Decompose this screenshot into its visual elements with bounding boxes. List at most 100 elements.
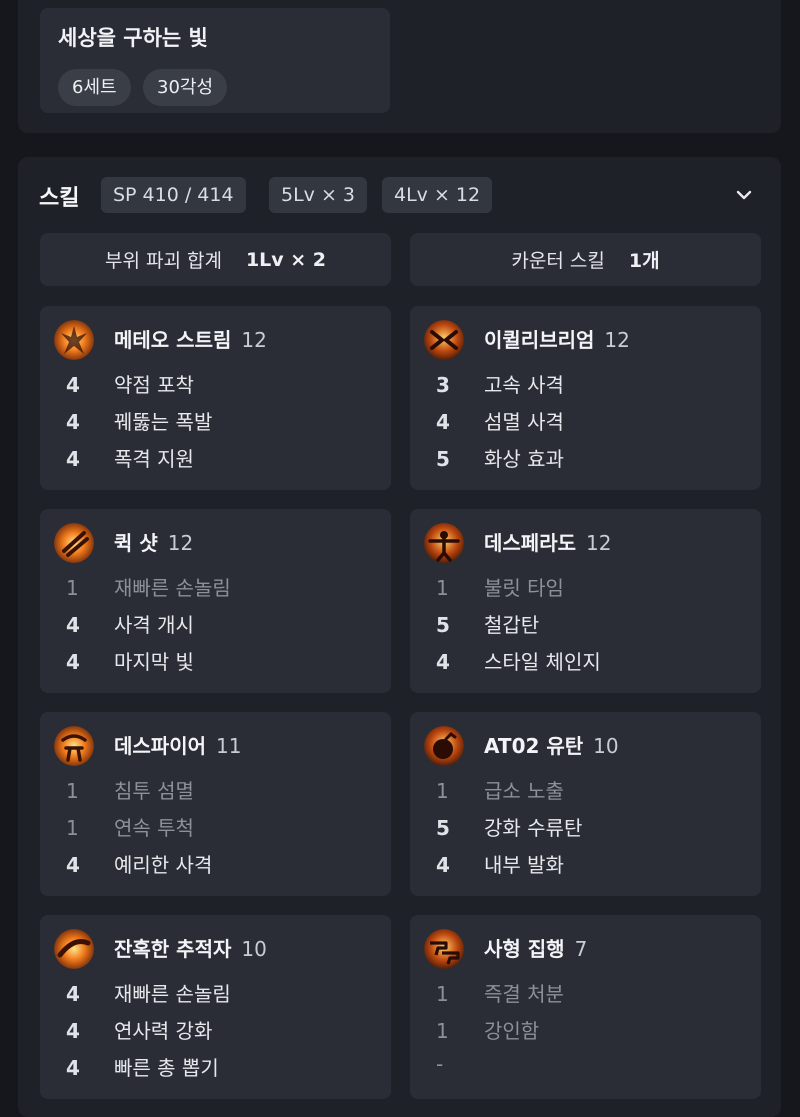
tripod-row: - bbox=[436, 1052, 484, 1082]
tripod-level: 4 bbox=[66, 1056, 80, 1080]
tripod-level: 4 bbox=[66, 410, 80, 434]
skill-level: 12 bbox=[604, 328, 630, 352]
tripod-row: 5 철갑탄 bbox=[436, 609, 539, 639]
skill-card-meteor-stream[interactable]: 메테오 스트림 12 4 약점 포착 4 꿰뚫는 폭발 4 폭격 지원 bbox=[40, 306, 391, 490]
tripod-level: 4 bbox=[66, 1019, 80, 1043]
skill-card-quick-shot[interactable]: 퀵 샷 12 1 재빠른 손놀림 4 사격 개시 4 마지막 빛 bbox=[40, 509, 391, 693]
level5-count-badge: 5Lv × 3 bbox=[269, 177, 368, 213]
skill-card-cruel-tracker[interactable]: 잔혹한 추적자 10 4 재빠른 손놀림 4 연사력 강화 4 빠른 총 뽑기 bbox=[40, 915, 391, 1099]
tripod-row: 4 빠른 총 뽑기 bbox=[66, 1052, 219, 1082]
skill-name: 사형 집행 7 bbox=[484, 937, 588, 961]
desperado-icon bbox=[424, 523, 464, 563]
destruction-label: 부위 파괴 합계 bbox=[104, 250, 222, 272]
at02-grenade-icon bbox=[424, 726, 464, 766]
tripod-name: 예리한 사격 bbox=[114, 853, 213, 877]
skill-card-death-fire[interactable]: 데스파이어 11 1 침투 섬멸 1 연속 투척 4 예리한 사격 bbox=[40, 712, 391, 896]
skill-level: 10 bbox=[593, 734, 619, 758]
level4-count-badge: 4Lv × 12 bbox=[382, 177, 493, 213]
skill-name: 데스파이어 11 bbox=[114, 734, 242, 758]
tripod-row: 3 고속 사격 bbox=[436, 369, 564, 399]
tripod-row: 4 스타일 체인지 bbox=[436, 646, 601, 676]
tripod-name: 연사력 강화 bbox=[114, 1019, 213, 1043]
skill-name: AT02 유탄 10 bbox=[484, 734, 619, 758]
tripod-level: 4 bbox=[436, 410, 450, 434]
tripod-name: 침투 섬멸 bbox=[114, 779, 194, 803]
tripod-level: 1 bbox=[66, 576, 79, 600]
cruel-tracker-icon bbox=[54, 929, 94, 969]
skill-level: 12 bbox=[241, 328, 267, 352]
skill-name: 데스페라도 12 bbox=[484, 531, 612, 555]
tripod-name: 고속 사격 bbox=[484, 373, 564, 397]
skill-level: 12 bbox=[586, 531, 612, 555]
tripod-row: 1 급소 노출 bbox=[436, 775, 564, 805]
quick-shot-icon bbox=[54, 523, 94, 563]
tripod-row: 4 마지막 빛 bbox=[66, 646, 194, 676]
tripod-row: 4 섬멸 사격 bbox=[436, 406, 564, 436]
tripod-row: 4 꿰뚫는 폭발 bbox=[66, 406, 212, 436]
tripod-row: 5 강화 수류탄 bbox=[436, 812, 582, 842]
equilibrium-icon bbox=[424, 320, 464, 360]
tripod-name: 빠른 총 뽑기 bbox=[114, 1056, 219, 1080]
tripod-level: 4 bbox=[66, 650, 80, 674]
meteor-stream-icon bbox=[54, 320, 94, 360]
tripod-name: 강화 수류탄 bbox=[484, 816, 583, 840]
tripod-row: 4 예리한 사격 bbox=[66, 849, 212, 879]
tripod-row: 4 사격 개시 bbox=[66, 609, 194, 639]
skill-level: 7 bbox=[574, 937, 588, 961]
tripod-name: 사격 개시 bbox=[114, 613, 194, 637]
skill-card-equilibrium[interactable]: 이퀼리브리엄 12 3 고속 사격 4 섬멸 사격 5 화상 효과 bbox=[410, 306, 761, 490]
awakening-tag: 30각성 bbox=[143, 69, 228, 106]
skill-name: 이퀼리브리엄 12 bbox=[484, 328, 630, 352]
tripod-name: 연속 투척 bbox=[114, 816, 194, 840]
skills-title: 스킬 bbox=[39, 186, 80, 211]
tripod-row: 4 연사력 강화 bbox=[66, 1015, 212, 1045]
set-effect-panel: 세상을 구하는 빛 6세트 30각성 bbox=[18, 0, 781, 133]
tripod-level: 4 bbox=[66, 853, 80, 877]
death-fire-icon bbox=[54, 726, 94, 766]
skill-card-at02-grenade[interactable]: AT02 유탄 10 1 급소 노출 5 강화 수류탄 4 내부 발화 bbox=[410, 712, 761, 896]
tripod-level: 1 bbox=[66, 816, 79, 840]
tripod-level: 4 bbox=[66, 613, 80, 637]
tripod-level: 1 bbox=[436, 982, 449, 1006]
set-effect-name: 세상을 구하는 빛 bbox=[58, 26, 208, 50]
tripod-level: 4 bbox=[436, 650, 450, 674]
tripod-level: 1 bbox=[436, 779, 449, 803]
tripod-name: 폭격 지원 bbox=[114, 447, 194, 471]
tripod-row: 1 불릿 타임 bbox=[436, 572, 564, 602]
tripod-name: 마지막 빛 bbox=[114, 650, 194, 674]
skill-level: 10 bbox=[241, 937, 267, 961]
skills-panel: 스킬 SP 410 / 414 5Lv × 3 4Lv × 12 부위 파괴 합… bbox=[18, 157, 781, 1117]
tripod-row: 1 재빠른 손놀림 bbox=[66, 572, 231, 602]
skill-level: 11 bbox=[216, 734, 242, 758]
tripod-row: 1 강인함 bbox=[436, 1015, 539, 1045]
set-count-tag: 6세트 bbox=[58, 69, 131, 106]
skill-card-desperado[interactable]: 데스페라도 12 1 불릿 타임 5 철갑탄 4 스타일 체인지 bbox=[410, 509, 761, 693]
tripod-row: 5 화상 효과 bbox=[436, 443, 564, 473]
tripod-row: 1 연속 투척 bbox=[66, 812, 194, 842]
tripod-name: 재빠른 손놀림 bbox=[114, 982, 231, 1006]
tripod-row: 4 약점 포착 bbox=[66, 369, 194, 399]
tripod-row: 4 재빠른 손놀림 bbox=[66, 978, 231, 1008]
tripod-level: 1 bbox=[436, 576, 449, 600]
skill-level: 12 bbox=[167, 531, 194, 555]
tripod-name: 강인함 bbox=[484, 1019, 540, 1043]
skill-card-execution[interactable]: 사형 집행 7 1 즉결 처분 1 강인함 - bbox=[410, 915, 761, 1099]
tripod-level: 1 bbox=[66, 779, 79, 803]
tripod-level: 4 bbox=[66, 373, 80, 397]
counter-summary: 카운터 스킬 1개 bbox=[410, 233, 761, 286]
tripod-name: 화상 효과 bbox=[484, 447, 564, 471]
tripod-level: 5 bbox=[436, 447, 450, 471]
tripod-name: 약점 포착 bbox=[114, 373, 194, 397]
tripod-row: 1 즉결 처분 bbox=[436, 978, 564, 1008]
chevron-down-icon[interactable] bbox=[733, 184, 755, 206]
execution-icon bbox=[424, 929, 464, 969]
tripod-level: 5 bbox=[436, 613, 450, 637]
tripod-level: 5 bbox=[436, 816, 450, 840]
tripod-row: 1 침투 섬멸 bbox=[66, 775, 194, 805]
sp-badge: SP 410 / 414 bbox=[101, 177, 246, 213]
tripod-name: 스타일 체인지 bbox=[484, 650, 601, 674]
tripod-level: 1 bbox=[436, 1019, 449, 1043]
tripod-name: 내부 발화 bbox=[484, 853, 564, 877]
counter-label: 카운터 스킬 bbox=[511, 250, 605, 272]
counter-value: 1개 bbox=[628, 250, 660, 272]
